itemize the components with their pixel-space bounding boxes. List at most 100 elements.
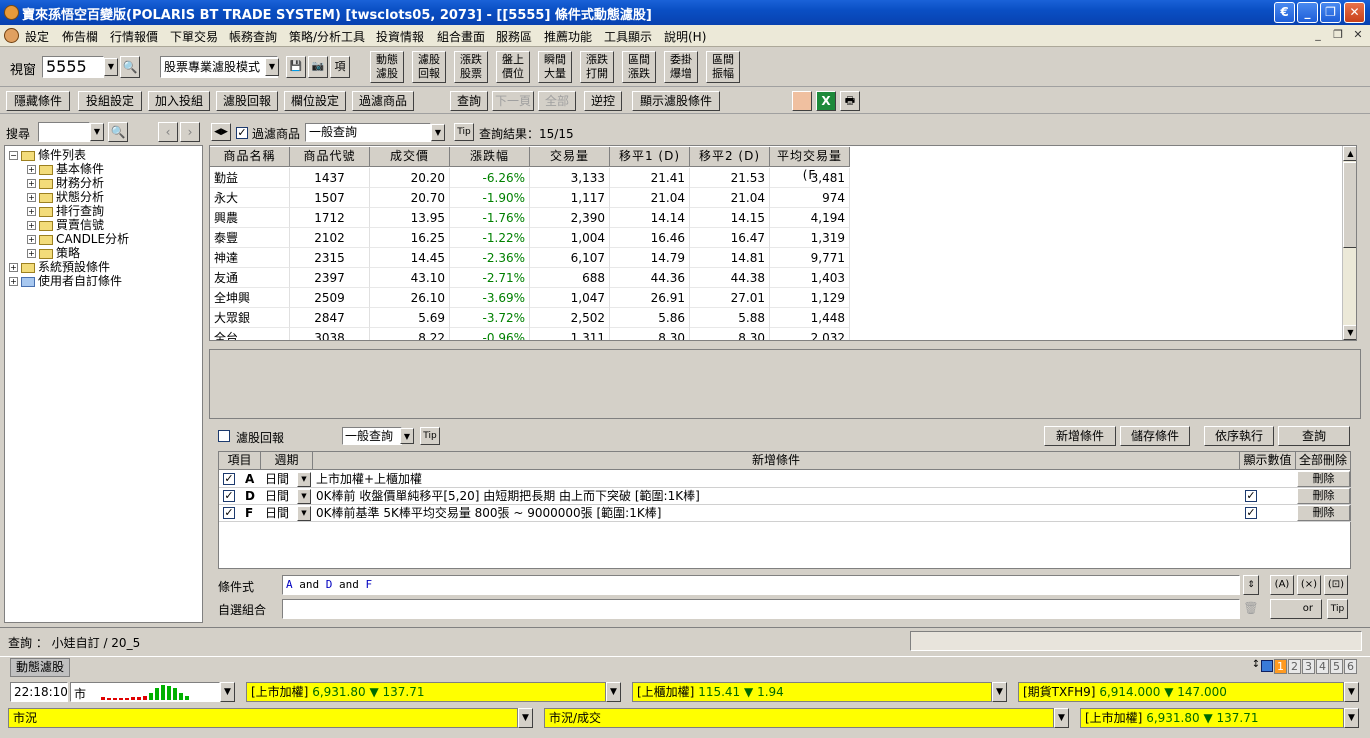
toggle-panel-icon[interactable]: ◀▶ (211, 123, 231, 141)
formula-clear-icon[interactable]: (×) (1297, 575, 1321, 595)
col-header-1[interactable]: 商品代號 (290, 147, 370, 167)
grid-icon[interactable] (792, 91, 812, 111)
table-row-name[interactable]: 友通 (210, 268, 290, 288)
add-condition-button[interactable]: 新增條件 (1044, 426, 1116, 446)
expand-icon[interactable]: + (27, 207, 36, 216)
ticker-twse-dropdown-icon[interactable]: ▼ (606, 682, 621, 702)
save-icon[interactable]: 💾 (286, 56, 306, 78)
menu-info[interactable]: 投資情報 (376, 28, 424, 45)
filter-report-button[interactable]: 濾股回報 (216, 91, 278, 111)
camera-icon[interactable]: 📷 (308, 56, 328, 78)
item-icon[interactable]: 項 (330, 56, 350, 78)
formula-a-icon[interactable]: (A) (1270, 575, 1294, 595)
scroll-up-icon[interactable]: ▲ (1343, 146, 1356, 161)
row-checkbox[interactable]: ✓ (223, 490, 235, 502)
search-icon[interactable]: 🔍 (120, 56, 140, 78)
expand-icon[interactable]: + (27, 221, 36, 230)
formula-input[interactable]: A and D and F (282, 575, 1240, 595)
ticker-futures-dropdown-icon[interactable]: ▼ (1344, 682, 1359, 702)
minimize-icon[interactable]: _ (1297, 2, 1318, 23)
tab-scroll-icon[interactable]: ↕ (1251, 659, 1261, 675)
trash-icon[interactable]: 🗑 (1243, 599, 1259, 619)
mdi-close-icon[interactable]: ✕ (1350, 28, 1366, 43)
page-tab-6[interactable]: 6 (1344, 659, 1357, 674)
condition-row[interactable]: ✓ D 日間 ▼ 0K棒前 收盤價單純移平[5,20] 由短期把長期 由上而下突… (219, 488, 1351, 505)
query-type-select[interactable]: 一般查詢 (305, 123, 431, 142)
close-icon[interactable]: ✕ (1344, 2, 1365, 23)
table-row-name[interactable]: 神達 (210, 248, 290, 268)
period-dropdown-icon[interactable]: ▼ (297, 472, 311, 487)
func-button-order-surge[interactable]: 委掛 爆增 (664, 51, 698, 83)
col-header-0[interactable]: 商品名稱 (210, 147, 290, 167)
show-value-checkbox[interactable]: ✓ (1245, 507, 1257, 519)
col-header-2[interactable]: 成交價 (370, 147, 450, 167)
table-row-name[interactable]: 勤益 (210, 168, 290, 188)
or-button[interactable]: or (1270, 599, 1322, 619)
col-header-3[interactable]: 漲跌幅 (450, 147, 530, 167)
ticker-otc-dropdown-icon[interactable]: ▼ (992, 682, 1007, 702)
mdi-restore-icon[interactable]: ❐ (1330, 28, 1346, 43)
market-dropdown-icon[interactable]: ▼ (220, 682, 235, 702)
condition-row[interactable]: ✓ A 日間 ▼ 上市加權+上櫃加權 刪除 (219, 471, 1351, 488)
func-button-filter-report[interactable]: 濾股 回報 (412, 51, 446, 83)
func-button-change-stock[interactable]: 漲跌 股票 (454, 51, 488, 83)
menu-combo[interactable]: 組合畫面 (437, 28, 485, 45)
row-checkbox[interactable]: ✓ (223, 473, 235, 485)
table-row-name[interactable]: 興農 (210, 208, 290, 228)
scroll-thumb[interactable] (1343, 162, 1356, 248)
tree-node-financial[interactable]: + 財務分析 (27, 176, 104, 190)
show-conditions-button[interactable]: 顯示濾股條件 (632, 91, 720, 111)
expand-icon[interactable]: + (27, 193, 36, 202)
add-portfolio-button[interactable]: 加入投組 (148, 91, 210, 111)
menu-quotes[interactable]: 行情報價 (110, 28, 158, 45)
func-button-range-change[interactable]: 區間 漲跌 (622, 51, 656, 83)
expand-icon[interactable]: + (27, 165, 36, 174)
window-code-input[interactable]: 5555 (42, 56, 104, 78)
page-tab-2[interactable]: 2 (1288, 659, 1301, 674)
mode-select[interactable]: 股票專業濾股模式 (160, 56, 278, 78)
func-button-range-amplitude[interactable]: 區間 振幅 (706, 51, 740, 83)
collapse-icon[interactable]: − (9, 151, 18, 160)
func-button-dynamic-filter[interactable]: 動態 濾股 (370, 51, 404, 83)
cond-tip-button[interactable]: Tip (420, 427, 440, 445)
menu-strategy[interactable]: 策略/分析工具 (289, 28, 365, 45)
filter-products-button[interactable]: 過濾商品 (352, 91, 414, 111)
execute-sequence-button[interactable]: 依序執行 (1204, 426, 1274, 446)
formula-copy-icon[interactable]: (⊡) (1324, 575, 1348, 595)
prev-arrow-icon[interactable]: ‹ (158, 122, 178, 142)
tree-node-condition-list[interactable]: − 條件列表 (9, 148, 86, 162)
table-row-name[interactable]: 全坤興 (210, 288, 290, 308)
tree-node-ranking[interactable]: + 排行查詢 (27, 204, 104, 218)
page-tab-3[interactable]: 3 (1302, 659, 1315, 674)
func-button-instant-volume[interactable]: 瞬間 大量 (538, 51, 572, 83)
menu-service[interactable]: 服務區 (496, 28, 532, 45)
results-scrollbar[interactable]: ▲ ▼ (1342, 146, 1356, 340)
func-button-limit-open[interactable]: 漲跌 打開 (580, 51, 614, 83)
menu-icon[interactable]: € (1274, 2, 1295, 23)
formula-spin-icon[interactable]: ⇕ (1243, 575, 1259, 595)
col-delete-all[interactable]: 全部刪除 (1296, 452, 1351, 470)
expand-icon[interactable]: + (9, 277, 18, 286)
expand-icon[interactable]: + (9, 263, 18, 272)
search-field[interactable] (38, 122, 90, 142)
all-button[interactable]: 全部 (538, 91, 576, 111)
column-settings-button[interactable]: 欄位設定 (284, 91, 346, 111)
page-tab-5[interactable]: 5 (1330, 659, 1343, 674)
func-button-price-level[interactable]: 盤上 價位 (496, 51, 530, 83)
next-arrow-icon[interactable]: › (180, 122, 200, 142)
col-header-4[interactable]: 交易量 (530, 147, 610, 167)
menu-tools[interactable]: 工具顯示 (604, 28, 652, 45)
search-go-icon[interactable]: 🔍 (108, 122, 128, 142)
cond-query-type-select[interactable]: 一般查詢 (342, 427, 402, 445)
market-trade-dropdown-icon[interactable]: ▼ (1054, 708, 1069, 728)
show-value-checkbox[interactable]: ✓ (1245, 490, 1257, 502)
tree-node-signals[interactable]: + 買賣信號 (27, 218, 104, 232)
cond-query-button[interactable]: 查詢 (1278, 426, 1350, 446)
cond-query-dropdown-icon[interactable]: ▼ (400, 428, 414, 444)
expand-icon[interactable]: + (27, 179, 36, 188)
layout-icon[interactable] (1261, 660, 1273, 672)
portfolio-settings-button[interactable]: 投組設定 (78, 91, 142, 111)
page-tab-4[interactable]: 4 (1316, 659, 1329, 674)
table-row-name[interactable]: 泰豐 (210, 228, 290, 248)
market-mini-chart[interactable]: 市 (70, 682, 220, 702)
